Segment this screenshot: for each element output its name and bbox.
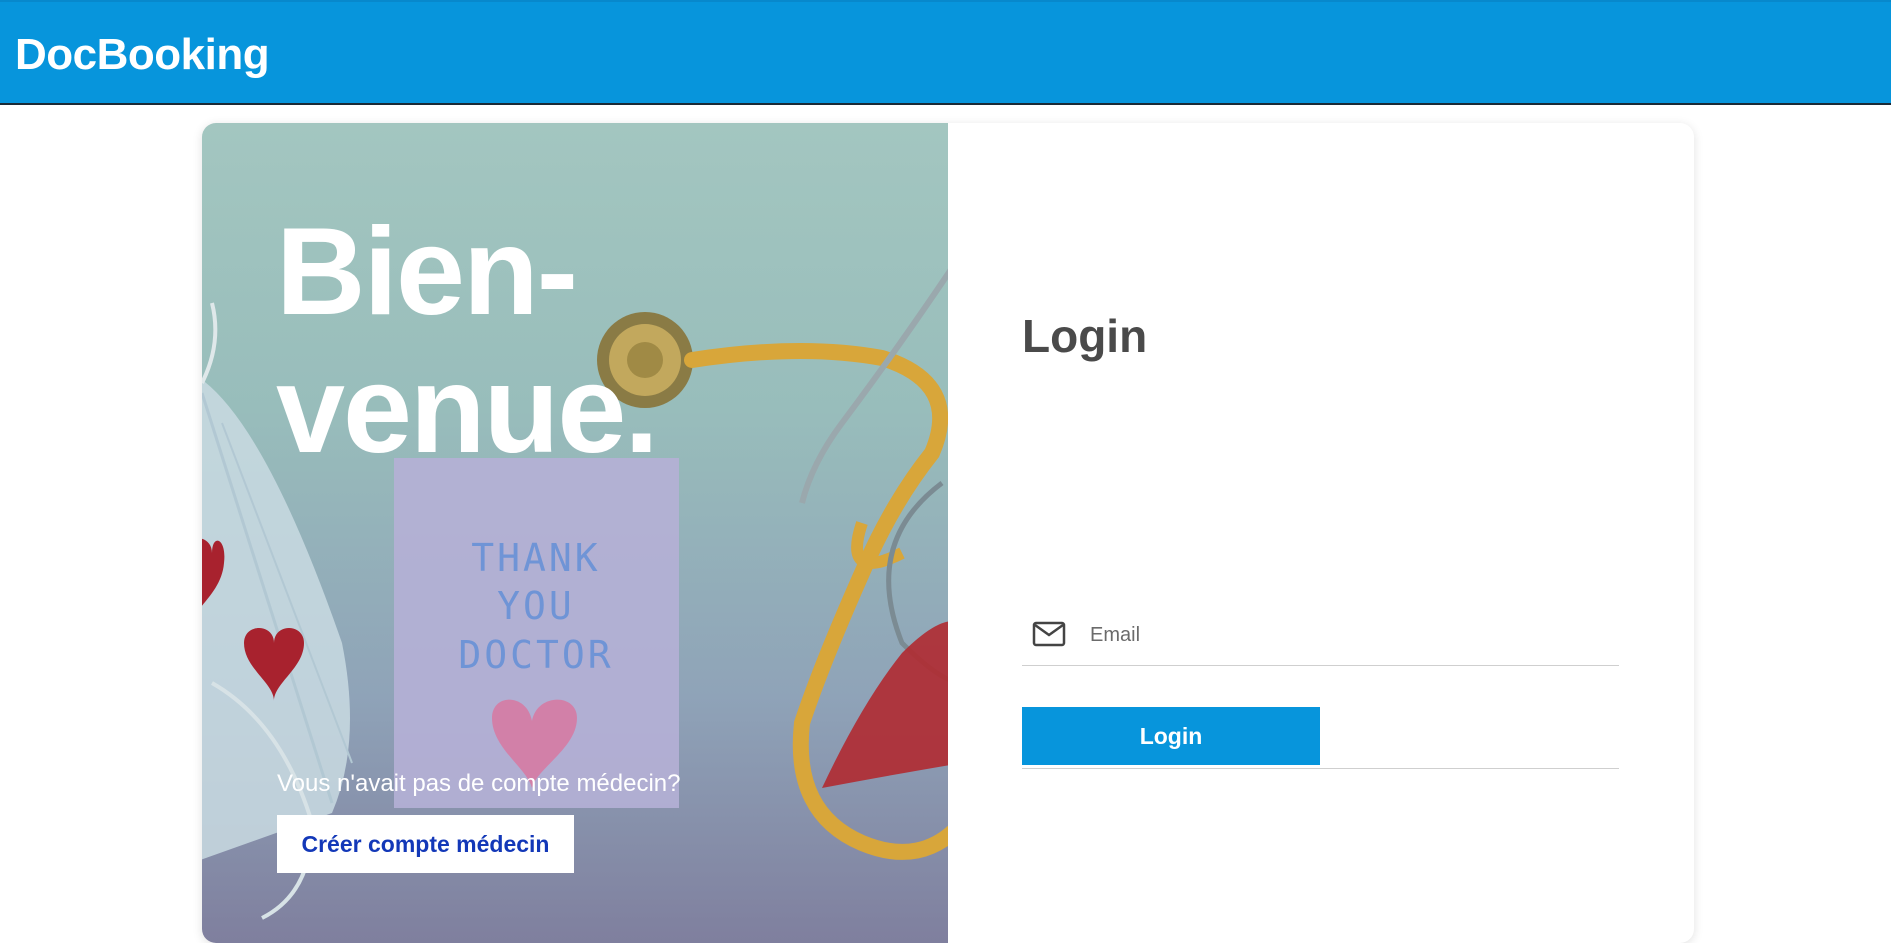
mail-icon [1032, 621, 1066, 647]
login-submit-button[interactable]: Login [1022, 707, 1320, 765]
create-doctor-account-button[interactable]: Créer compte médecin [277, 815, 574, 873]
email-field[interactable] [1022, 611, 1619, 666]
welcome-panel: THANK YOU DOCTOR Bien-venue. Vous n'avai… [202, 123, 948, 943]
thank-you-note: THANK YOU DOCTOR [394, 458, 679, 808]
paper-heart-illustration [822, 621, 948, 788]
login-title: Login [1022, 310, 1148, 362]
login-card: THANK YOU DOCTOR Bien-venue. Vous n'avai… [202, 123, 1694, 943]
no-account-question: Vous n'avait pas de compte médecin? [277, 770, 681, 797]
app-bar: DocBooking [0, 0, 1891, 105]
welcome-heading: Bien-venue. [276, 203, 659, 479]
app-brand[interactable]: DocBooking [15, 30, 270, 80]
note-text-line-1: THANK [471, 536, 600, 580]
email-input[interactable] [1090, 619, 1610, 651]
note-text-line-3: DOCTOR [458, 633, 613, 677]
login-panel: Login *** Login [948, 123, 1694, 943]
welcome-heading-line-1: Bien- [276, 203, 578, 341]
welcome-heading-line-2: venue. [276, 341, 659, 479]
note-text-line-2: YOU [497, 584, 575, 628]
